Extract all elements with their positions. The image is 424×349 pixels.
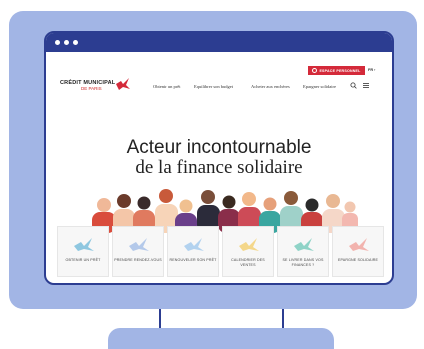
window-titlebar (46, 33, 392, 52)
logo-bird-icon (116, 78, 130, 90)
espace-personnel-label: ESPACE PERSONNEL (319, 68, 361, 73)
tile-epargne-solidaire[interactable]: EPARGNE SOLIDAIRE (332, 226, 384, 277)
quick-access-tiles: OBTENIR UN PRÊT PRENDRE RENDEZ-VOUS RENO… (57, 226, 385, 277)
hero-title-line1: Acteur incontournable (126, 137, 312, 158)
bird-icon (349, 238, 369, 251)
window-dot-icon[interactable] (55, 40, 60, 45)
bird-icon (129, 238, 149, 251)
language-label: FR (368, 68, 374, 72)
tile-calendrier-ventes[interactable]: CALENDRIER DES VENTES (222, 226, 274, 277)
search-icon[interactable] (350, 82, 357, 89)
user-icon (312, 68, 318, 73)
chevron-down-icon: › (374, 68, 376, 72)
window-dot-icon[interactable] (73, 40, 78, 45)
nav-item-acheter-encheres[interactable]: Acheter aux enchères (251, 84, 290, 89)
tile-renouveler-pret[interactable]: RENOUVELER SON PRÊT (167, 226, 219, 277)
tile-label: OBTENIR UN PRÊT (65, 258, 101, 262)
bird-icon (184, 238, 204, 251)
monitor-stand-neck (159, 309, 284, 329)
nav-item-equilibrer-budget[interactable]: Equilibrer son budget (194, 84, 233, 89)
bird-icon (239, 238, 259, 251)
monitor-stand-base (108, 328, 334, 349)
tile-se-livrer-finances[interactable]: SE LIVRER DANS VOS FINANCES ? (277, 226, 329, 277)
nav-item-obtenir-pret[interactable]: Obtenir un prêt (153, 84, 181, 89)
tile-label: CALENDRIER DES VENTES (231, 258, 265, 267)
tile-label: EPARGNE SOLIDAIRE (337, 258, 379, 262)
tile-label: RENOUVELER SON PRÊT (169, 258, 217, 262)
logo-subtitle: DE PARIS (81, 86, 102, 91)
window-dot-icon[interactable] (64, 40, 69, 45)
hero-title-line2: de la finance solidaire (135, 157, 303, 178)
language-selector[interactable]: FR › (368, 68, 375, 72)
nav-item-epargner-solidaire[interactable]: Epargner solidaire (303, 84, 336, 89)
espace-personnel-button[interactable]: ESPACE PERSONNEL (308, 66, 365, 75)
tile-obtenir-pret[interactable]: OBTENIR UN PRÊT (57, 226, 109, 277)
tile-label: PRENDRE RENDEZ-VOUS (114, 258, 162, 262)
bird-icon (294, 238, 314, 251)
browser-window: ESPACE PERSONNEL FR › CRÉDIT MUNICIPAL D… (44, 31, 394, 285)
hamburger-menu-icon[interactable] (363, 83, 369, 88)
tile-label: SE LIVRER DANS VOS FINANCES ? (282, 258, 324, 267)
tile-prendre-rendez-vous[interactable]: PRENDRE RENDEZ-VOUS (112, 226, 164, 277)
bird-icon (74, 238, 94, 251)
